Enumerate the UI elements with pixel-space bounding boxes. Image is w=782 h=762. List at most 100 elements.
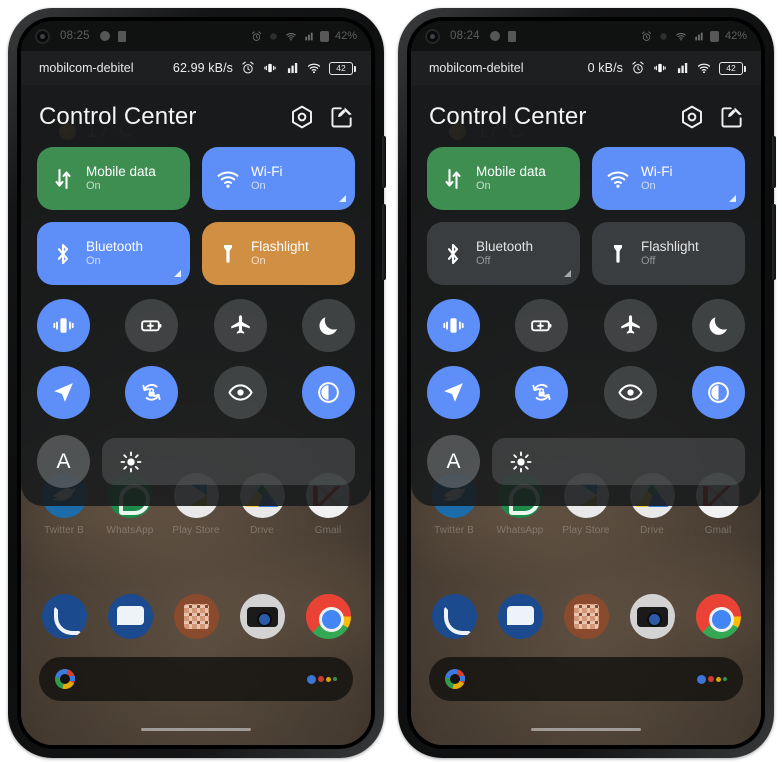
tile-state: On <box>251 180 266 193</box>
vibrate-toggle[interactable] <box>37 299 90 352</box>
google-search-bar[interactable] <box>39 657 353 701</box>
messages-icon[interactable] <box>107 594 153 639</box>
tile-wi-fi[interactable]: Wi-Fi On <box>202 147 355 210</box>
power-button[interactable] <box>772 136 776 188</box>
control-center-panel: Control Center Mobile data On Wi-Fi On Blueto… <box>411 85 761 506</box>
auto-rotate-toggle[interactable] <box>515 366 569 419</box>
battery-saver-toggle[interactable] <box>125 299 179 352</box>
quick-setting-tiles: Mobile data On Wi-Fi On Bluetooth On Flashligh… <box>37 147 355 285</box>
power-button[interactable] <box>382 136 386 188</box>
camera-icon[interactable] <box>629 594 675 639</box>
google-g-icon <box>445 669 465 689</box>
home-screen-app[interactable] <box>425 594 483 646</box>
tile-state: On <box>251 255 266 268</box>
home-screen-app[interactable] <box>557 594 615 646</box>
auto-rotate-toggle[interactable] <box>125 366 179 419</box>
home-screen-app[interactable] <box>299 594 357 646</box>
edit-button[interactable] <box>719 104 745 130</box>
carrier-name: mobilcom-debitel <box>39 61 134 75</box>
tile-expand-corner[interactable] <box>174 270 181 277</box>
edit-button[interactable] <box>329 104 355 130</box>
tile-bluetooth[interactable]: Bluetooth Off <box>427 222 580 285</box>
wifi-icon <box>285 31 297 42</box>
battery-icon <box>319 30 329 42</box>
camera-icon[interactable] <box>239 594 285 639</box>
settings-hex-button[interactable] <box>289 104 315 130</box>
airplane-mode-toggle[interactable] <box>213 299 267 352</box>
eye-comfort-toggle[interactable] <box>603 366 657 419</box>
circular-toggle-row <box>37 366 355 419</box>
vibrate-toggle[interactable] <box>427 299 480 352</box>
network-speed: 0 kB/s <box>587 61 623 75</box>
google-search-bar[interactable] <box>429 657 743 701</box>
tile-expand-corner[interactable] <box>729 195 736 202</box>
airplane-icon <box>228 313 253 338</box>
tile-text: Mobile data On <box>86 164 156 193</box>
moon-icon <box>316 313 341 338</box>
brightness-row: A <box>37 435 355 488</box>
home-screen-app[interactable] <box>167 594 225 646</box>
tile-flashlight[interactable]: Flashlight On <box>202 222 355 285</box>
home-screen-app[interactable] <box>233 594 291 646</box>
do-not-disturb-toggle[interactable] <box>301 299 355 352</box>
battery-badge: 42 <box>719 61 746 75</box>
battery-badge: 42 <box>329 61 356 75</box>
home-screen-app[interactable] <box>101 594 159 646</box>
chrome-icon[interactable] <box>305 594 351 639</box>
phone-icon[interactable] <box>431 594 477 639</box>
battery-saver-icon <box>139 313 164 338</box>
calculator-icon[interactable] <box>563 594 609 639</box>
wifi-icon <box>697 61 711 75</box>
location-toggle[interactable] <box>37 366 90 419</box>
calculator-icon[interactable] <box>173 594 219 639</box>
tile-expand-corner[interactable] <box>339 195 346 202</box>
status-bar-clock: 08:25 <box>60 30 90 42</box>
eye-icon <box>228 380 253 405</box>
home-screen-app-label: Play Store <box>562 525 610 536</box>
tile-flashlight[interactable]: Flashlight Off <box>592 222 745 285</box>
record-dot-icon <box>268 31 279 42</box>
tile-expand-corner[interactable] <box>564 270 571 277</box>
brightness-sun-icon <box>510 451 532 473</box>
home-screen-app[interactable] <box>491 594 549 646</box>
navigation-gesture-bar[interactable] <box>531 728 641 731</box>
messages-icon[interactable] <box>497 594 543 639</box>
phone-icon[interactable] <box>41 594 87 639</box>
eye-comfort-toggle[interactable] <box>213 366 267 419</box>
auto-brightness-button[interactable]: A <box>37 435 90 488</box>
dark-mode-toggle[interactable] <box>691 366 745 419</box>
airplane-mode-toggle[interactable] <box>603 299 657 352</box>
camera-punch-hole <box>35 28 50 44</box>
home-screen-app[interactable] <box>623 594 681 646</box>
wifi-icon <box>307 61 321 75</box>
settings-hex-button[interactable] <box>679 104 705 130</box>
auto-brightness-button[interactable]: A <box>427 435 480 488</box>
brightness-slider[interactable] <box>102 438 355 485</box>
navigation-gesture-bar[interactable] <box>141 728 251 731</box>
signal-icon <box>303 31 314 42</box>
battery-saver-icon <box>529 313 554 338</box>
location-toggle[interactable] <box>427 366 480 419</box>
control-center-header: Control Center <box>429 103 745 131</box>
dark-mode-toggle[interactable] <box>301 366 355 419</box>
tile-wi-fi[interactable]: Wi-Fi On <box>592 147 745 210</box>
home-screen-app[interactable] <box>689 594 747 646</box>
wifi-icon <box>606 167 630 191</box>
tile-mobile-data[interactable]: Mobile data On <box>427 147 580 210</box>
brightness-slider[interactable] <box>492 438 745 485</box>
google-assistant-icon[interactable] <box>307 674 337 684</box>
vibrate-icon <box>263 61 277 75</box>
tile-mobile-data[interactable]: Mobile data On <box>37 147 190 210</box>
battery-saver-toggle[interactable] <box>515 299 569 352</box>
home-screen-app-label: Drive <box>250 525 274 536</box>
volume-button[interactable] <box>382 204 386 280</box>
sim-icon <box>117 30 126 42</box>
volume-button[interactable] <box>772 204 776 280</box>
google-assistant-icon[interactable] <box>697 674 727 684</box>
do-not-disturb-toggle[interactable] <box>691 299 745 352</box>
shade-status-icons: 0 kB/s 42 <box>587 61 746 75</box>
tile-text: Bluetooth Off <box>476 239 533 268</box>
home-screen-app[interactable] <box>35 594 93 646</box>
tile-bluetooth[interactable]: Bluetooth On <box>37 222 190 285</box>
chrome-icon[interactable] <box>695 594 741 639</box>
